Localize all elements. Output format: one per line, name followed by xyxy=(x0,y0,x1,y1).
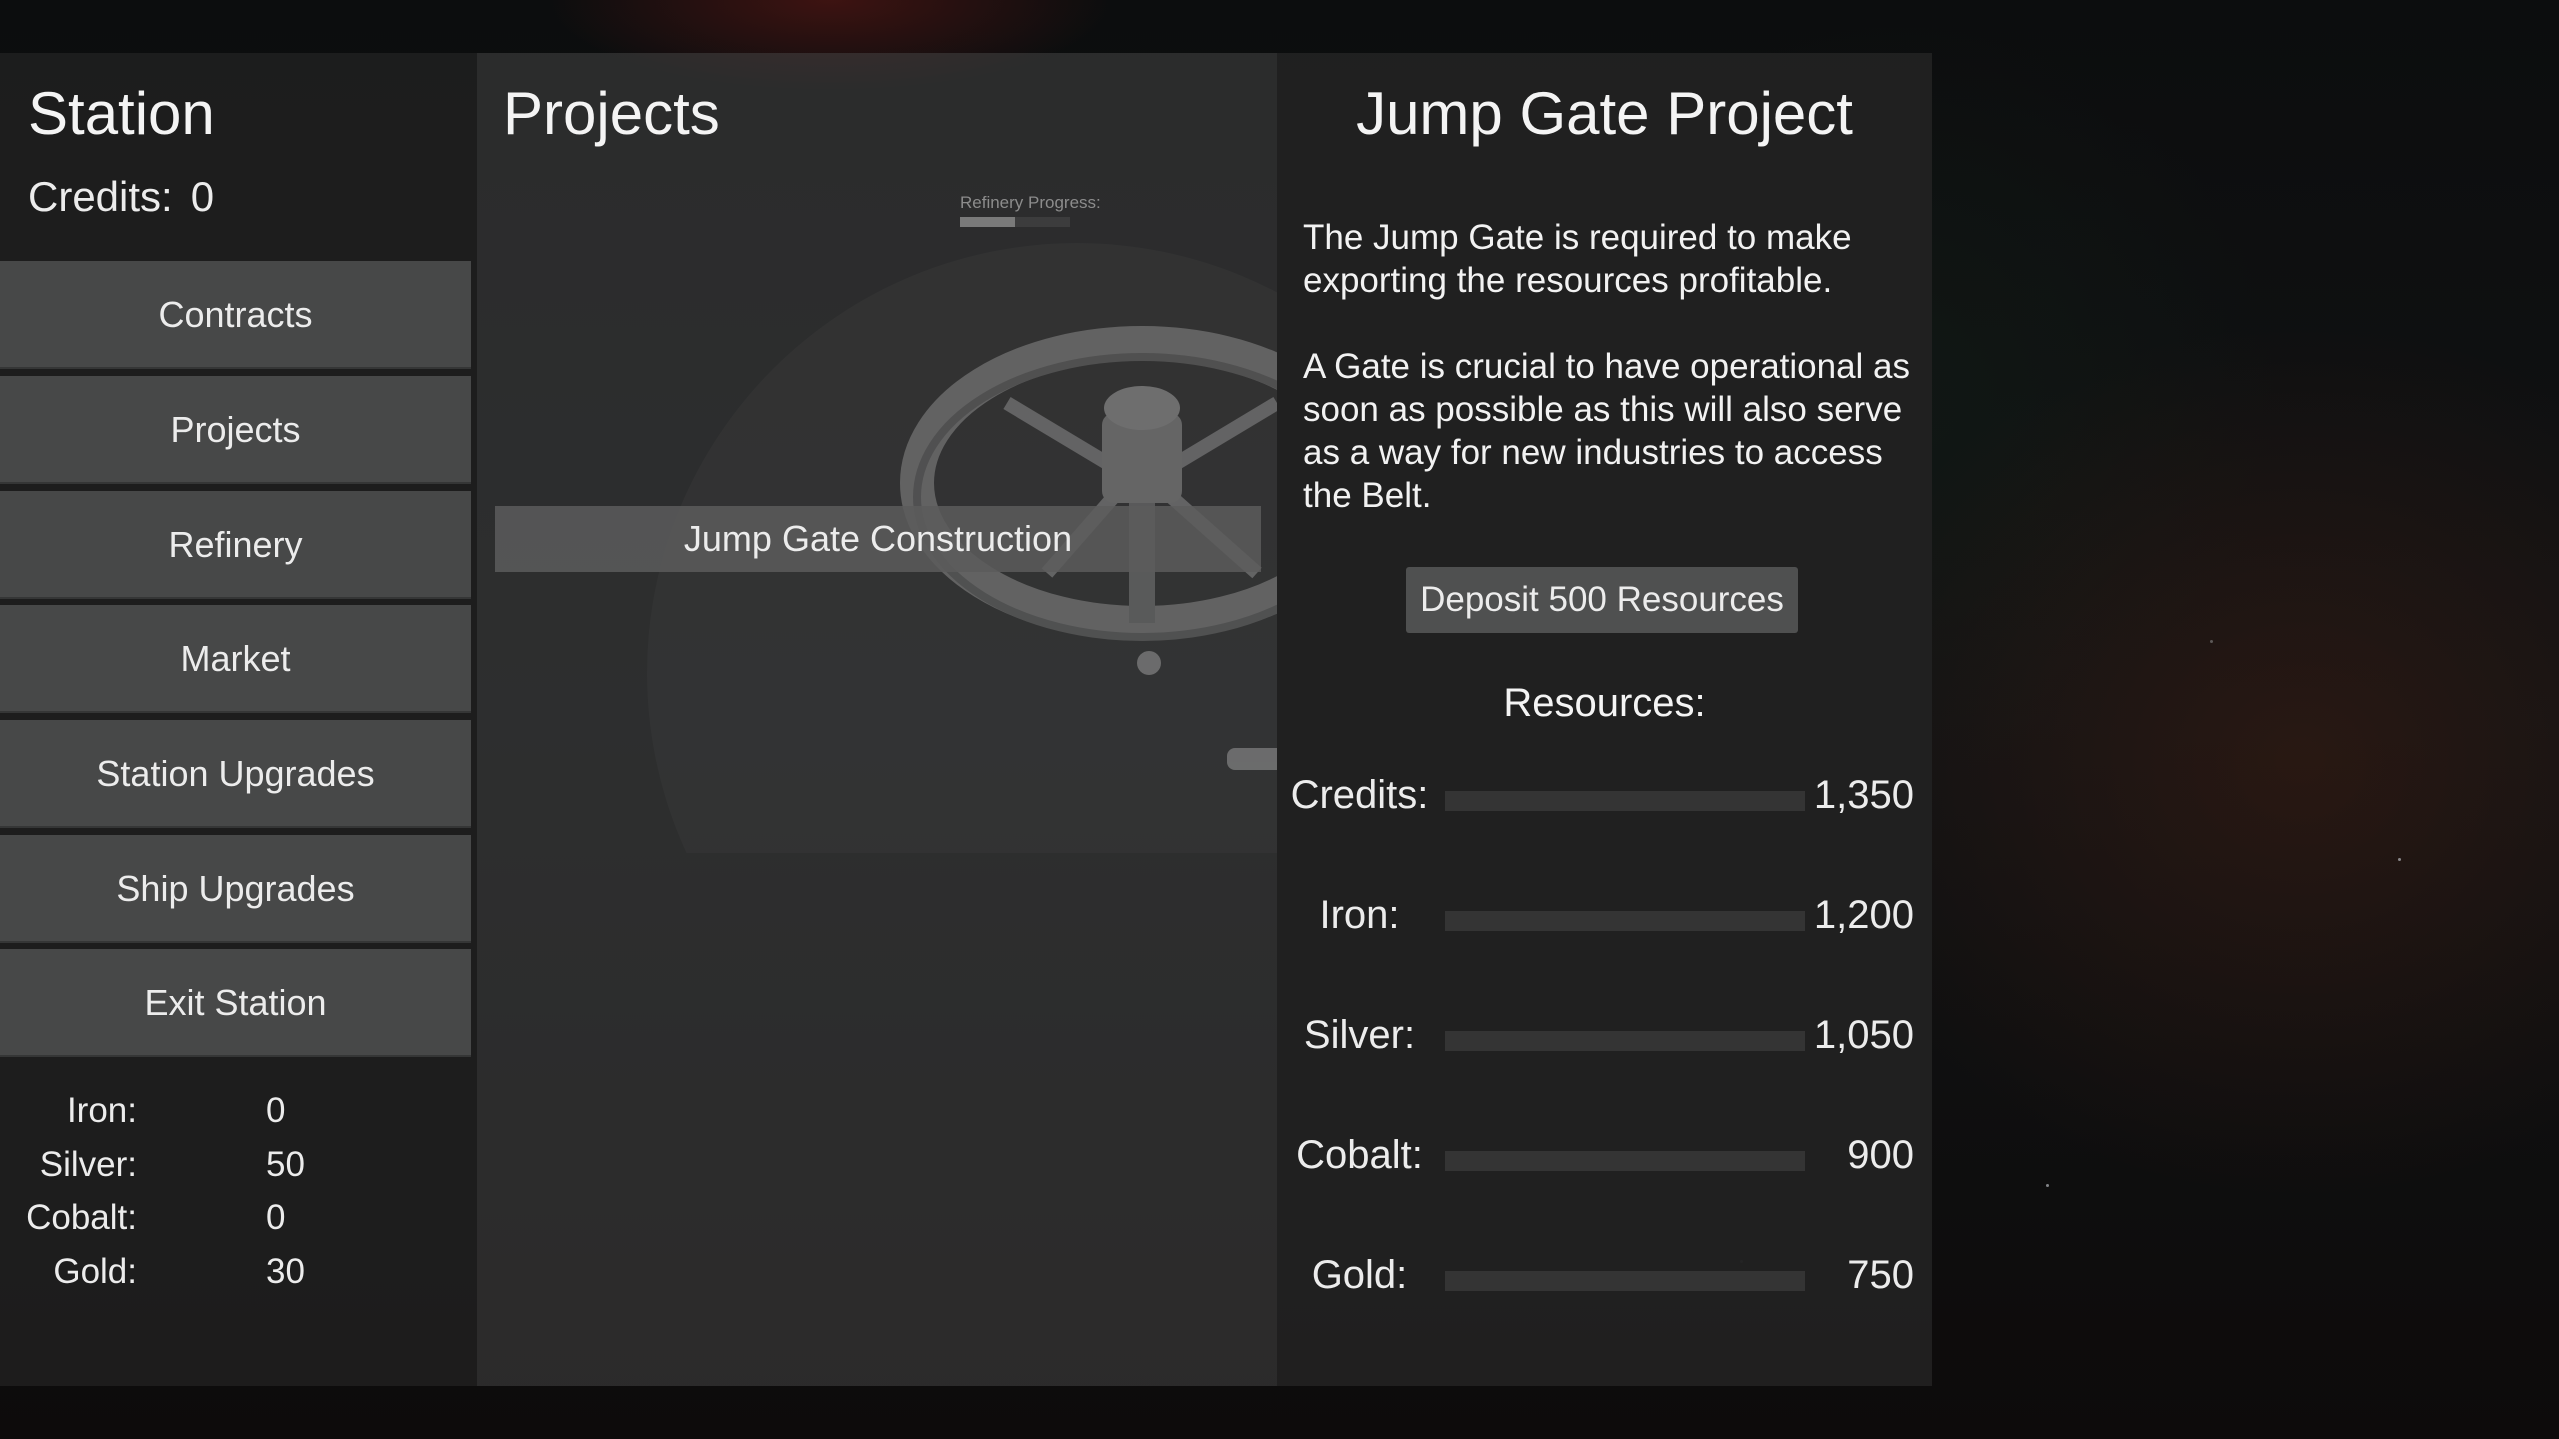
requirement-row: Credits: 1,350 xyxy=(1277,773,1932,833)
requirement-row: Cobalt: 900 xyxy=(1277,1133,1932,1193)
star xyxy=(2046,1184,2049,1187)
refinery-progress-bar xyxy=(960,217,1070,227)
requirement-progress-bar xyxy=(1445,1271,1805,1291)
station-panel: Station Credits: 0 Contracts Projects Ref… xyxy=(0,53,477,1386)
resources-heading: Resources: xyxy=(1503,681,1706,725)
ship-upgrades-button[interactable]: Ship Upgrades xyxy=(0,835,471,943)
inventory-value: 50 xyxy=(266,1145,305,1184)
station-upgrades-button[interactable]: Station Upgrades xyxy=(0,720,471,828)
inventory-value: 0 xyxy=(266,1091,286,1130)
project-title: Jump Gate Project xyxy=(1356,80,1853,147)
refinery-button[interactable]: Refinery xyxy=(0,491,471,599)
inventory-row: Iron: 0 xyxy=(0,1091,360,1141)
requirement-value: 900 xyxy=(1847,1133,1914,1177)
contracts-button[interactable]: Contracts xyxy=(0,261,471,369)
requirement-value: 1,350 xyxy=(1813,773,1914,817)
inventory-label: Iron: xyxy=(66,1091,137,1130)
projects-title: Projects xyxy=(503,80,720,147)
star xyxy=(2210,640,2213,643)
requirement-progress-bar xyxy=(1445,1031,1805,1051)
requirement-progress-bar xyxy=(1445,911,1805,931)
exit-station-button[interactable]: Exit Station xyxy=(0,949,471,1057)
requirement-value: 1,200 xyxy=(1813,893,1914,937)
credits-label: Credits: xyxy=(28,173,173,220)
inventory-value: 0 xyxy=(266,1198,286,1237)
inventory-value: 30 xyxy=(266,1252,305,1291)
station-credits: Credits: 0 xyxy=(28,173,232,221)
refinery-progress-label: Refinery Progress: xyxy=(960,193,1101,212)
inventory-label: Cobalt: xyxy=(26,1198,137,1237)
market-button[interactable]: Market xyxy=(0,605,471,713)
credits-value: 0 xyxy=(190,173,215,220)
requirement-label: Gold: xyxy=(1311,1253,1408,1297)
project-description: A Gate is crucial to have operational as… xyxy=(1303,347,1911,515)
inventory-label: Silver: xyxy=(39,1145,137,1184)
project-detail-panel: Jump Gate Project The Jump Gate is requi… xyxy=(1277,53,1932,1386)
requirement-label: Cobalt: xyxy=(1296,1133,1423,1177)
requirement-row: Silver: 1,050 xyxy=(1277,1013,1932,1073)
inventory-row: Cobalt: 0 xyxy=(0,1198,360,1248)
inventory-row: Gold: 30 xyxy=(0,1252,360,1302)
inventory-row: Silver: 50 xyxy=(0,1145,360,1195)
requirement-row: Gold: 750 xyxy=(1277,1253,1932,1313)
project-description: The Jump Gate is required to make export… xyxy=(1303,218,1852,300)
requirement-value: 750 xyxy=(1847,1253,1914,1297)
deposit-resources-button[interactable]: Deposit 500 Resources xyxy=(1406,567,1798,633)
requirement-progress-bar xyxy=(1445,1151,1805,1171)
requirement-value: 1,050 xyxy=(1813,1013,1914,1057)
inventory-label: Gold: xyxy=(53,1252,137,1291)
space-station-illustration xyxy=(647,243,1277,853)
requirement-label: Credits: xyxy=(1290,773,1429,817)
requirement-row: Iron: 1,200 xyxy=(1277,893,1932,953)
star xyxy=(2398,858,2401,861)
station-title: Station xyxy=(28,80,215,147)
projects-panel: Projects Refinery Progress: Jump Gate Co… xyxy=(477,53,1277,1386)
jump-gate-construction-button[interactable]: Jump Gate Construction xyxy=(495,506,1261,572)
requirement-label: Silver: xyxy=(1303,1013,1416,1057)
requirement-label: Iron: xyxy=(1319,893,1400,937)
requirement-progress-bar xyxy=(1445,791,1805,811)
projects-button[interactable]: Projects xyxy=(0,376,471,484)
